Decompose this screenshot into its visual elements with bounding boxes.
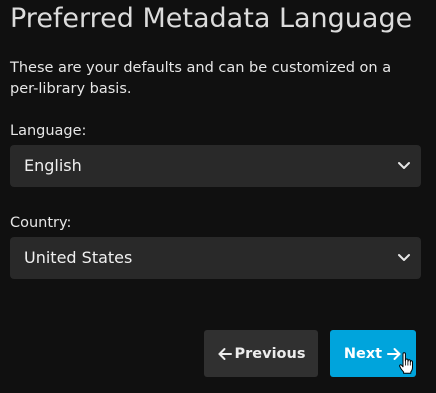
page-description: These are your defaults and can be custo…	[10, 60, 392, 97]
page-title: Preferred Metadata Language	[10, 3, 413, 34]
previous-button-label: Previous	[234, 345, 306, 362]
country-select[interactable]: United States	[10, 237, 421, 279]
language-select[interactable]: English	[10, 145, 421, 187]
next-button[interactable]: Next	[330, 330, 416, 377]
chevron-down-icon	[398, 254, 410, 261]
country-label: Country:	[10, 215, 72, 231]
language-label: Language:	[10, 123, 87, 139]
previous-button[interactable]: Previous	[204, 330, 318, 377]
wizard-page: Preferred Metadata Language These are yo…	[0, 0, 436, 393]
arrow-left-icon	[218, 347, 232, 360]
language-select-value: English	[24, 156, 82, 175]
country-select-value: United States	[24, 248, 133, 267]
chevron-down-icon	[398, 162, 410, 169]
next-button-label: Next	[343, 345, 383, 362]
arrow-right-icon	[387, 347, 401, 360]
